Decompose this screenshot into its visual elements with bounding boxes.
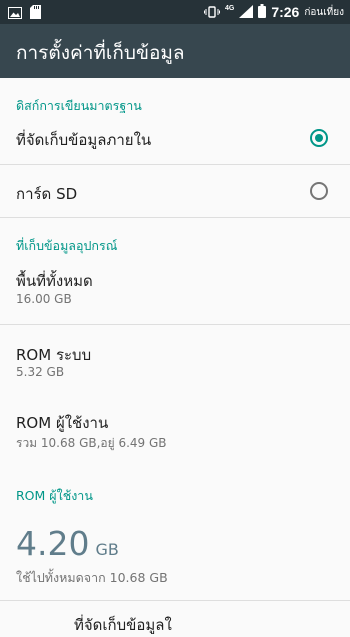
option-internal-storage[interactable]: ที่จัดเก็บข้อมูลภายใน <box>0 114 350 164</box>
battery-icon <box>258 3 267 22</box>
app-bar: การตั้งค่าที่เก็บข้อมูล <box>0 24 350 78</box>
section-header-device-storage: ที่เก็บข้อมูลอุปกรณ์ <box>16 238 118 253</box>
image-icon <box>8 4 22 23</box>
clock: 7:26 <box>271 4 300 20</box>
storage-item-value: 5.32 GB <box>16 365 65 379</box>
option-label: ที่จัดเก็บข้อมูลภายใน <box>16 131 152 149</box>
storage-item-system-rom[interactable]: ROM ระบบ 5.32 GB <box>0 325 350 391</box>
storage-item-total[interactable]: พื้นที่ทั้งหมด 16.00 GB <box>0 256 350 324</box>
radio-unselected-icon[interactable] <box>310 182 328 200</box>
option-sd-card[interactable]: การ์ด SD <box>0 165 350 217</box>
storage-item-title: ROM ผู้ใช้งาน <box>16 414 109 432</box>
used-storage-unit: GB <box>95 540 119 559</box>
storage-item-value: รวม 10.68 GB,อยู่ 6.49 GB <box>16 436 167 450</box>
divider <box>0 217 350 218</box>
signal-icon <box>239 3 254 22</box>
used-storage-value: 4.20 GB <box>16 524 119 563</box>
network-type: 4G <box>224 4 235 12</box>
status-bar: 4G 7:26 ก่อนเที่ยง <box>0 0 350 24</box>
used-storage-caption: ใช้ไปทั้งหมดจาก 10.68 GB <box>16 570 168 585</box>
vibrate-icon <box>203 3 220 22</box>
divider <box>0 600 350 601</box>
section-header-default-disk: ดิสก์การเขียนมาตรฐาน <box>16 98 142 113</box>
clock-period: ก่อนเที่ยง <box>304 6 344 18</box>
partial-row-label[interactable]: ที่จัดเก็บข้อมูลใ <box>74 613 172 637</box>
radio-selected-icon[interactable] <box>310 129 328 147</box>
storage-item-user-rom[interactable]: ROM ผู้ใช้งาน รวม 10.68 GB,อยู่ 6.49 GB <box>0 391 350 456</box>
sd-card-icon <box>30 4 41 23</box>
storage-item-value: 16.00 GB <box>16 292 72 306</box>
section-header-user-rom: ROM ผู้ใช้งาน <box>16 488 93 503</box>
used-storage-number: 4.20 <box>16 524 90 563</box>
storage-item-title: ROM ระบบ <box>16 346 92 364</box>
page-title: การตั้งค่าที่เก็บข้อมูล <box>16 42 185 64</box>
storage-item-title: พื้นที่ทั้งหมด <box>16 272 93 290</box>
option-label: การ์ด SD <box>16 185 78 203</box>
